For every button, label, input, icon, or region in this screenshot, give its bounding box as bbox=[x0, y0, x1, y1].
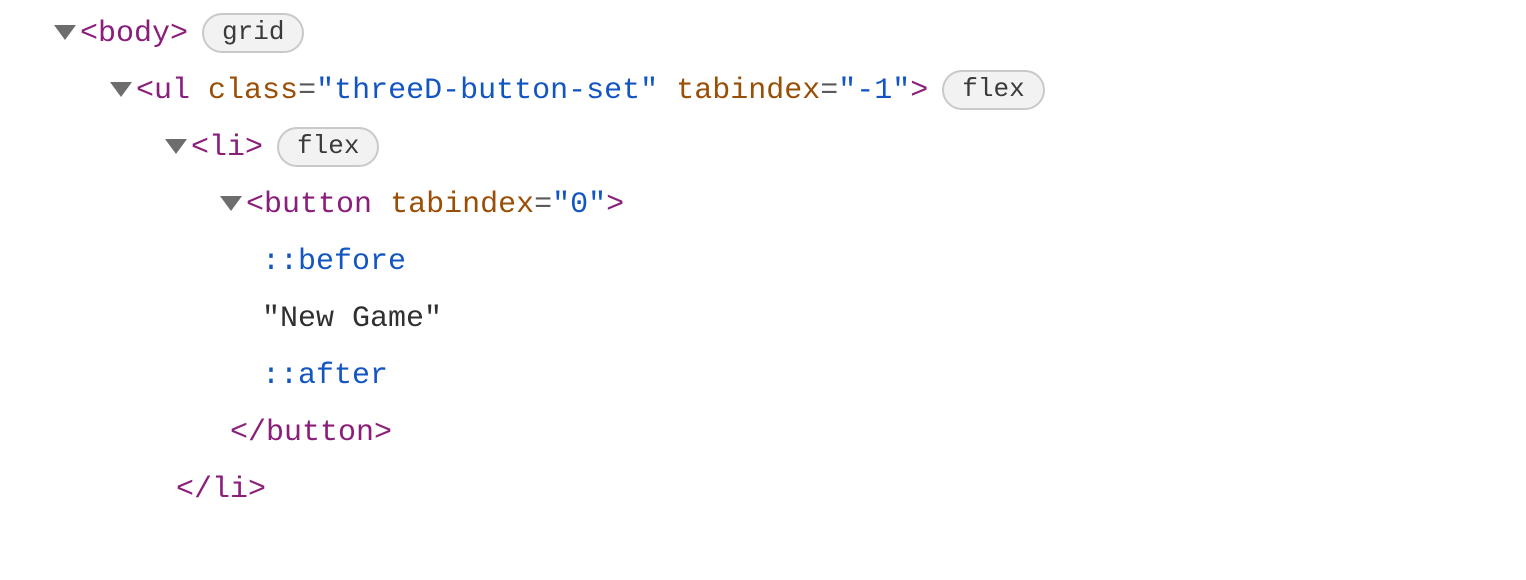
angle-bracket: > bbox=[245, 120, 263, 177]
disclosure-triangle-icon[interactable] bbox=[220, 196, 242, 211]
tag-name: li bbox=[209, 120, 245, 177]
attr-eq: = bbox=[298, 63, 316, 120]
tree-node-body[interactable]: <body> grid bbox=[0, 6, 1526, 63]
layout-badge-flex[interactable]: flex bbox=[277, 127, 379, 167]
tree-node-ul[interactable]: <ul class="threeD-button-set" tabindex="… bbox=[0, 63, 1526, 120]
attr-quote: " bbox=[640, 63, 658, 120]
tree-node-pseudo-after[interactable]: ::after bbox=[0, 348, 1526, 405]
attr-name-class: class bbox=[208, 63, 298, 120]
angle-bracket: </ bbox=[176, 462, 212, 519]
layout-badge-flex[interactable]: flex bbox=[942, 70, 1044, 110]
tree-node-button-close[interactable]: </button> bbox=[0, 405, 1526, 462]
angle-bracket: > bbox=[374, 405, 392, 462]
attr-quote: " bbox=[838, 63, 856, 120]
text-node-content: "New Game" bbox=[262, 291, 442, 348]
pseudo-element-before: ::before bbox=[262, 234, 406, 291]
disclosure-triangle-icon[interactable] bbox=[110, 82, 132, 97]
disclosure-triangle-icon[interactable] bbox=[54, 25, 76, 40]
attr-quote: " bbox=[588, 177, 606, 234]
attr-name-tabindex: tabindex bbox=[390, 177, 534, 234]
layout-badge-grid[interactable]: grid bbox=[202, 13, 304, 53]
tree-node-text[interactable]: "New Game" bbox=[0, 291, 1526, 348]
tag-name: li bbox=[212, 462, 248, 519]
tree-node-pseudo-before[interactable]: ::before bbox=[0, 234, 1526, 291]
tree-node-li[interactable]: <li> flex bbox=[0, 120, 1526, 177]
tag-name: body bbox=[98, 6, 170, 63]
angle-bracket: < bbox=[136, 63, 154, 120]
angle-bracket: > bbox=[910, 63, 928, 120]
tag-name: ul bbox=[154, 63, 190, 120]
tree-node-button[interactable]: <button tabindex="0"> bbox=[0, 177, 1526, 234]
angle-bracket: > bbox=[248, 462, 266, 519]
attr-quote: " bbox=[892, 63, 910, 120]
attr-quote: " bbox=[316, 63, 334, 120]
disclosure-triangle-icon[interactable] bbox=[165, 139, 187, 154]
attr-name-tabindex: tabindex bbox=[676, 63, 820, 120]
angle-bracket: < bbox=[191, 120, 209, 177]
pseudo-element-after: ::after bbox=[262, 348, 388, 405]
attr-value-tabindex: 0 bbox=[570, 177, 588, 234]
attr-eq: = bbox=[534, 177, 552, 234]
tag-name: button bbox=[264, 177, 372, 234]
attr-value-class: threeD-button-set bbox=[334, 63, 640, 120]
angle-bracket: </ bbox=[230, 405, 266, 462]
tree-node-li-close[interactable]: </li> bbox=[0, 462, 1526, 519]
angle-bracket: > bbox=[606, 177, 624, 234]
attr-quote: " bbox=[552, 177, 570, 234]
attr-value-tabindex: -1 bbox=[856, 63, 892, 120]
tag-name: button bbox=[266, 405, 374, 462]
attr-eq: = bbox=[820, 63, 838, 120]
angle-bracket: < bbox=[246, 177, 264, 234]
dom-tree[interactable]: <body> grid <ul class="threeD-button-set… bbox=[0, 0, 1526, 519]
angle-bracket: < bbox=[80, 6, 98, 63]
angle-bracket: > bbox=[170, 6, 188, 63]
